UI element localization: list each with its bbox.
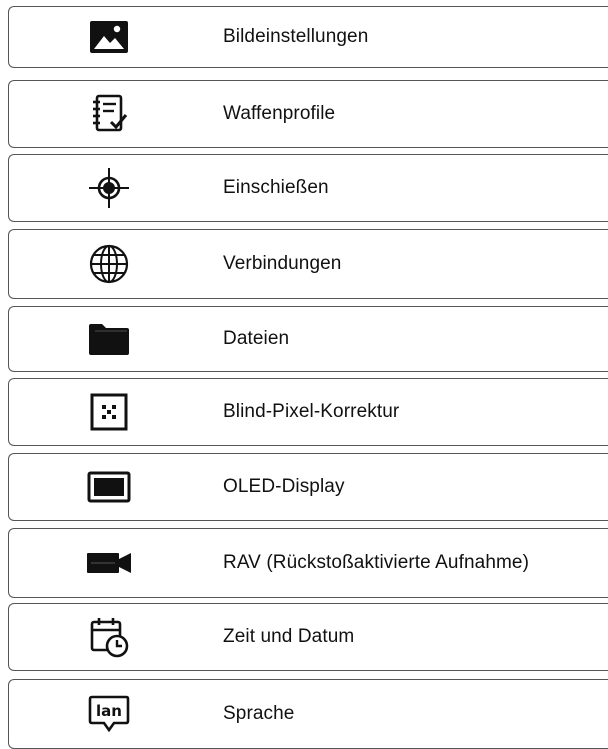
menu-item-blind-pixel-korrektur[interactable]: Blind-Pixel-Korrektur <box>8 378 608 446</box>
language-icon: lan <box>88 695 130 733</box>
globe-icon <box>89 244 129 284</box>
menu-item-rav[interactable]: RAV (Rückstoßaktivierte Aufnahme) <box>8 528 608 598</box>
menu-item-bildeinstellungen[interactable]: Bildeinstellungen <box>8 6 608 68</box>
menu-item-dateien[interactable]: Dateien <box>8 306 608 372</box>
video-camera-icon <box>87 553 131 573</box>
pixel-grid-icon <box>90 393 128 431</box>
notebook-check-icon <box>93 94 128 132</box>
svg-text:lan: lan <box>96 702 122 720</box>
menu-item-label: Waffenprofile <box>223 103 336 124</box>
menu-item-label: Verbindungen <box>223 253 342 274</box>
display-icon <box>87 471 131 503</box>
menu-item-oled-display[interactable]: OLED-Display <box>8 453 608 521</box>
menu-item-label: Zeit und Datum <box>223 626 355 647</box>
menu-item-label: Einschießen <box>223 177 329 198</box>
menu-item-label: Dateien <box>223 328 290 349</box>
menu-item-einschiessen[interactable]: Einschießen <box>8 154 608 222</box>
menu-item-zeit-und-datum[interactable]: Zeit und Datum <box>8 603 608 671</box>
menu-item-label: Sprache <box>223 703 295 724</box>
menu-item-sprache[interactable]: lan Sprache <box>8 679 608 749</box>
folder-icon <box>89 324 129 355</box>
menu-item-label: Bildeinstellungen <box>223 26 369 47</box>
menu-item-label: Blind-Pixel-Korrektur <box>223 401 400 422</box>
menu-item-waffenprofile[interactable]: Waffenprofile <box>8 80 608 148</box>
menu-item-label: OLED-Display <box>223 476 345 497</box>
settings-menu: Bildeinstellungen Waffenprofile Einschie… <box>0 0 608 749</box>
menu-item-verbindungen[interactable]: Verbindungen <box>8 229 608 299</box>
image-icon <box>90 21 128 53</box>
menu-item-label: RAV (Rückstoßaktivierte Aufnahme) <box>223 552 530 573</box>
calendar-clock-icon <box>90 618 129 658</box>
crosshair-icon <box>89 168 129 208</box>
